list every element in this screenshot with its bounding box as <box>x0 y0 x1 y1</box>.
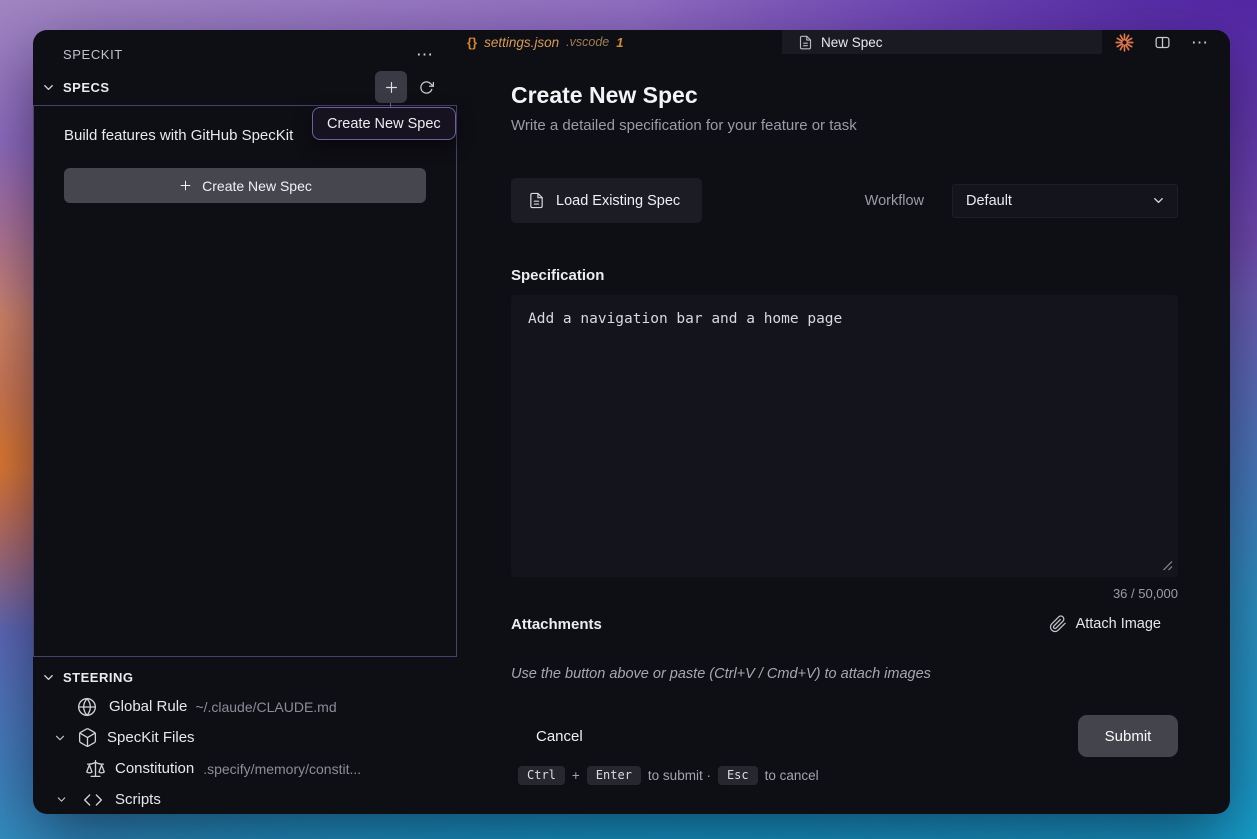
workflow-selected-value: Default <box>966 193 1012 209</box>
resize-grip[interactable] <box>1162 560 1173 571</box>
keyboard-shortcuts: Ctrl + Enter to submit · Esc to cancel <box>511 766 1178 785</box>
speckit-window: SPECKIT ⋯ SPECS Build features with GitH… <box>33 30 1230 814</box>
panel-title: SPECKIT <box>63 47 123 62</box>
editor-more-icon[interactable]: ⋯ <box>1191 34 1210 51</box>
workflow-group: Workflow Default <box>865 184 1178 218</box>
create-new-spec-tooltip: Create New Spec <box>312 107 456 140</box>
specs-tree-view: Build features with GitHub SpecKit Creat… <box>33 105 457 657</box>
kbd-submit-text: to submit · <box>648 768 711 783</box>
workflow-select[interactable]: Default <box>952 184 1178 218</box>
tree-item-detail: ~/.claude/CLAUDE.md <box>195 699 336 715</box>
split-editor-icon[interactable] <box>1154 34 1171 51</box>
tab-directory: .vscode <box>566 35 609 49</box>
specification-label: Specification <box>511 265 1178 286</box>
attachments-row: Attachments Attach Image <box>511 612 1178 636</box>
kbd-cancel-text: to cancel <box>765 768 819 783</box>
plus-icon <box>178 178 193 193</box>
claude-starburst-icon[interactable] <box>1115 33 1134 52</box>
load-existing-spec-label: Load Existing Spec <box>556 193 680 209</box>
create-spec-icon-button[interactable] <box>375 71 407 103</box>
code-icon <box>83 790 103 810</box>
json-braces-icon: {} <box>467 35 477 50</box>
sidebar-header: SPECKIT ⋯ <box>33 30 463 66</box>
specification-textarea[interactable]: Add a navigation bar and a home page <box>511 295 1178 577</box>
file-icon <box>798 35 813 50</box>
attach-image-label: Attach Image <box>1076 616 1161 632</box>
tab-settings-json[interactable]: {} settings.json .vscode 1 <box>463 30 636 54</box>
sidebar: SPECKIT ⋯ SPECS Build features with GitH… <box>33 30 463 814</box>
paperclip-icon <box>1049 615 1067 633</box>
file-icon <box>528 192 545 209</box>
plus-icon <box>383 79 400 96</box>
create-new-spec-button[interactable]: Create New Spec <box>64 168 426 203</box>
tab-label: New Spec <box>821 35 883 50</box>
tab-label: settings.json <box>484 35 559 50</box>
tree-item-speckit-files[interactable]: SpecKit Files <box>33 722 463 753</box>
specs-section-header[interactable]: SPECS <box>33 66 463 105</box>
kbd-ctrl: Ctrl <box>518 766 565 785</box>
kbd-enter: Enter <box>587 766 641 785</box>
steering-section-label: STEERING <box>63 670 133 685</box>
specs-section-label: SPECS <box>63 80 110 95</box>
refresh-icon <box>419 80 434 95</box>
load-workflow-row: Load Existing Spec Workflow Default <box>511 178 1178 223</box>
page-title: Create New Spec <box>511 80 1178 110</box>
globe-icon <box>77 697 97 717</box>
chevron-down-icon <box>41 670 56 685</box>
sidebar-more-icon[interactable]: ⋯ <box>416 46 435 63</box>
refresh-icon-button[interactable] <box>411 72 441 102</box>
page-subtitle: Write a detailed specification for your … <box>511 115 1178 136</box>
tree-item-global-rule[interactable]: Global Rule ~/.claude/CLAUDE.md <box>33 691 463 722</box>
tree-item-label: Global Rule <box>109 698 187 715</box>
chevron-down-icon <box>53 731 67 745</box>
attach-image-button[interactable]: Attach Image <box>1049 615 1161 633</box>
tab-new-spec[interactable]: New Spec <box>782 30 1102 54</box>
attachments-hint: Use the button above or paste (Ctrl+V / … <box>511 664 1178 684</box>
kbd-esc: Esc <box>718 766 758 785</box>
specification-area: Add a navigation bar and a home page <box>511 295 1178 577</box>
tree-item-label: SpecKit Files <box>107 729 195 746</box>
scales-icon <box>85 758 106 779</box>
chevron-down-icon <box>1151 193 1166 208</box>
workflow-label: Workflow <box>865 193 924 209</box>
package-icon <box>77 727 98 748</box>
tree-item-scripts[interactable]: Scripts <box>33 784 463 814</box>
chevron-down-icon <box>55 793 68 806</box>
form-footer: Cancel Submit <box>511 715 1178 757</box>
tab-bar: {} settings.json .vscode 1 New Spec <box>463 30 1230 54</box>
tab-actions: ⋯ <box>1115 30 1210 54</box>
tree-item-label: Scripts <box>115 791 161 808</box>
chevron-down-icon <box>41 80 56 95</box>
load-existing-spec-button[interactable]: Load Existing Spec <box>511 178 702 223</box>
steering-section-header[interactable]: STEERING <box>33 664 463 691</box>
submit-button[interactable]: Submit <box>1078 715 1178 757</box>
tree-item-detail: .specify/memory/constit... <box>203 761 361 777</box>
editor-area: {} settings.json .vscode 1 New Spec <box>463 30 1230 814</box>
create-new-spec-button-label: Create New Spec <box>202 178 312 194</box>
cancel-button[interactable]: Cancel <box>524 720 595 753</box>
tab-problem-badge: 1 <box>616 35 623 50</box>
tree-item-label: Constitution <box>115 760 194 777</box>
attachments-label: Attachments <box>511 616 602 633</box>
tree-item-constitution[interactable]: Constitution .specify/memory/constit... <box>33 753 463 784</box>
create-spec-form: Create New Spec Write a detailed specifi… <box>463 54 1230 785</box>
kbd-plus: + <box>572 768 580 783</box>
character-count: 36 / 50,000 <box>511 585 1178 603</box>
